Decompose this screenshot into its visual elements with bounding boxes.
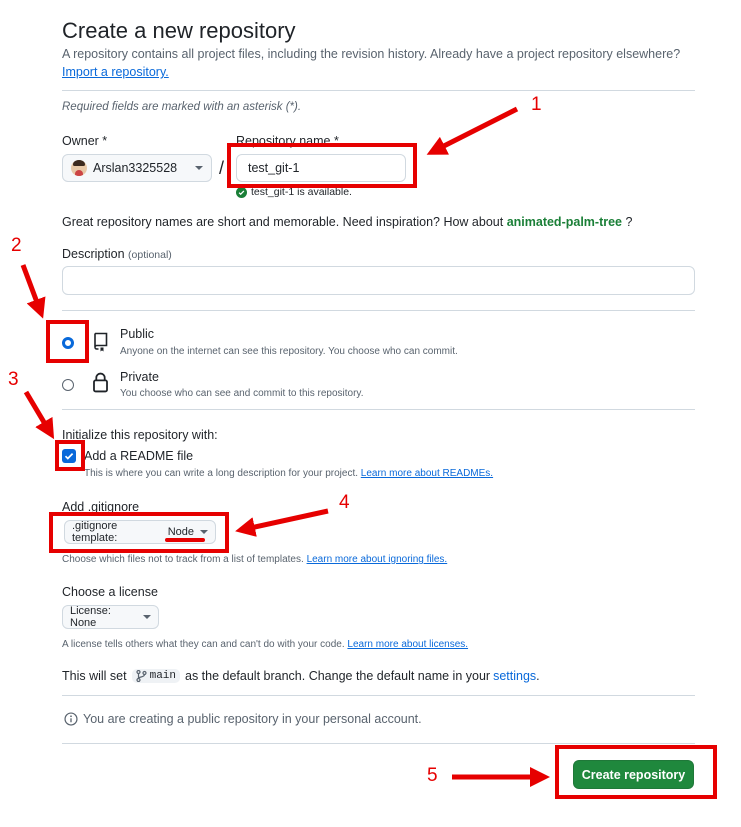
annotation-arrows [20,106,550,787]
annotation-number-4: 4 [339,492,350,513]
arrow-2 [20,264,46,319]
arrow-1 [426,106,519,155]
arrow-3 [23,390,55,440]
annotation-number-3: 3 [8,369,19,390]
annotation-number-5: 5 [427,765,438,786]
annotation-number-2: 2 [11,235,22,256]
annotation-number-1: 1 [531,94,542,115]
arrow-4 [235,508,329,537]
